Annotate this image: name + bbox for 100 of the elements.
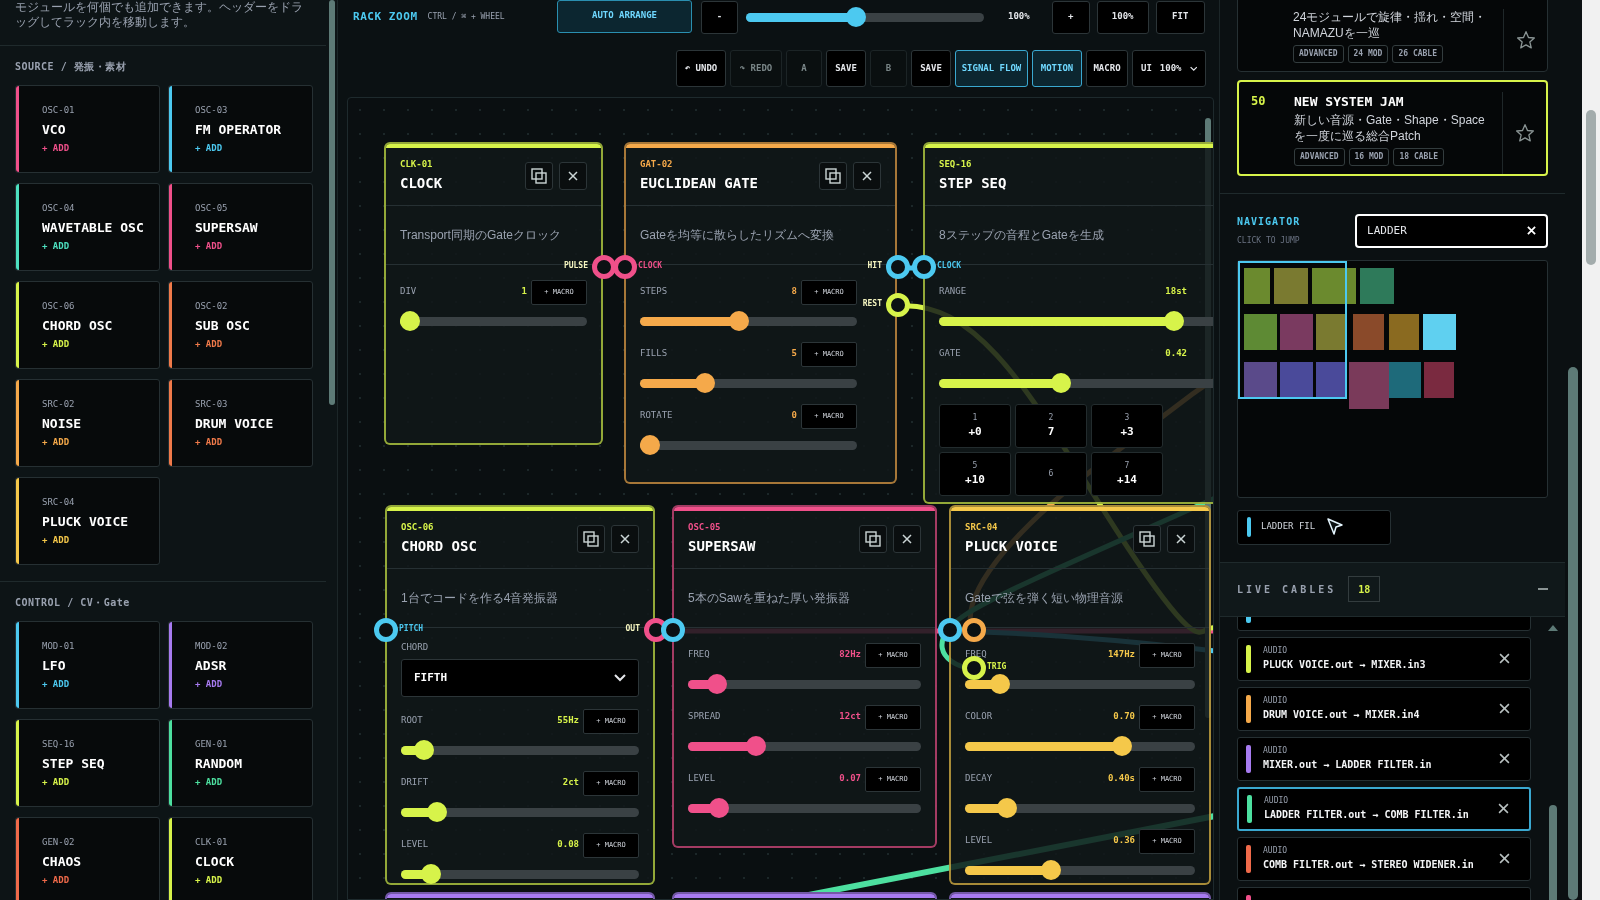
cable-row[interactable]: AUDIO PLUCK VOICE.out → MIXER.in3 [1237, 636, 1531, 681]
port-label: PULSE [563, 260, 588, 272]
preset-tag: 26 CABLE [1392, 45, 1443, 63]
cable-row[interactable]: AUDIO COMB FILTER.out → STEREO WIDENER.in [1237, 836, 1531, 881]
module-card[interactable]: MOD-02 ADSR + ADD [168, 621, 313, 709]
add-link[interactable]: + ADD [195, 776, 223, 790]
param-value: 18st [1165, 285, 1187, 299]
module-description: 1台でコードを作る4音発振器 [401, 590, 559, 607]
cable-row[interactable]: AUDIO MIXER.out → LADDER FILTER.in [1237, 736, 1531, 781]
cable-route: PLUCK VOICE.out → MIXER.in3 [1263, 658, 1426, 672]
add-link[interactable]: + ADD [195, 240, 223, 254]
cable-route: MIXER.out → LADDER FILTER.in [1263, 758, 1432, 772]
add-link[interactable]: + ADD [42, 874, 70, 888]
param-label: ROTATE [640, 409, 673, 423]
module-name: WAVETABLE OSC [42, 218, 144, 237]
cable-count: 18 [1348, 576, 1381, 602]
add-link[interactable]: + ADD [42, 776, 70, 790]
module-card[interactable]: SRC-04 PLUCK VOICE + ADD [15, 477, 160, 565]
add-link[interactable]: + ADD [195, 874, 223, 888]
search-result[interactable]: LADDER FIL [1237, 509, 1391, 545]
module-card[interactable]: OSC-05 SUPERSAW + ADD [168, 183, 313, 271]
preset-card[interactable]: 24モジュールで旋律・揺れ・空間・NAMAZUを一巡 ADVANCED 24 MOD 26 CABLE [1237, 0, 1549, 72]
module-code: SEQ-16 [42, 738, 75, 751]
module-card[interactable]: SRC-03 DRUM VOICE + ADD [168, 379, 313, 467]
step-cell[interactable]: 2 7 [1015, 404, 1087, 448]
param-value: 0.42 [1165, 347, 1187, 361]
param-value: 12ct [839, 710, 861, 724]
toolbar-button[interactable]: MACRO [1086, 50, 1128, 87]
module-card[interactable]: SRC-02 NOISE + ADD [15, 379, 160, 467]
module-card[interactable]: SEQ-16 STEP SEQ 8ステップの音程とGateを生成 CLOCK RANGE 18st GATE 0.42 1 +0 2 7 3 +3 5 +10 6 7 +14 [923, 142, 1213, 504]
module-card[interactable]: OSC-02 SUB OSC + ADD [168, 281, 313, 369]
chord-select[interactable]: FIFTH [401, 659, 639, 697]
port-label: CLOCK [937, 260, 962, 272]
search-field[interactable]: LADDER [1355, 213, 1549, 248]
preset-title: NEW SYSTEM JAM [1294, 93, 1404, 111]
module-description: 8ステップの音程とGateを生成 [939, 227, 1104, 244]
toolbar-button[interactable]: SAVE [911, 50, 951, 87]
module-card[interactable]: OSC-04 WAVETABLE OSC + ADD [15, 183, 160, 271]
param-label: LEVEL [688, 772, 716, 786]
preset-tag: 16 MOD [1348, 147, 1390, 166]
module-card[interactable]: OSC-01 VCO + ADD [15, 85, 160, 173]
add-link[interactable]: + ADD [42, 678, 70, 692]
auto-arrange-button[interactable]: AUTO ARRANGE [557, 0, 692, 33]
module-card[interactable]: OSC-06 CHORD OSC + ADD [15, 281, 160, 369]
preset-tag: ADVANCED [1294, 147, 1345, 166]
param-label: ROOT [401, 714, 423, 728]
module-card[interactable]: MOD-01 LFO + ADD [15, 621, 160, 709]
add-link[interactable]: + ADD [42, 436, 70, 450]
zoom-reset-button[interactable]: 100% [1096, 0, 1149, 34]
module-card[interactable]: GEN-01 RANDOM + ADD [168, 719, 313, 807]
module-code: OSC-06 [401, 521, 434, 534]
param-label: COLOR [965, 710, 993, 724]
preset-card[interactable]: 50 NEW SYSTEM JAM 新しい音源・Gate・Shape・Spaceを一度に巡る総合Patch ADVANCED 16 MOD 18 CABLE [1237, 80, 1549, 176]
zoom-in-button[interactable]: + [1051, 0, 1090, 34]
module-code: GAT-02 [640, 158, 673, 171]
port-label: HIT [867, 260, 882, 272]
module-description: Transport同期のGateクロック [400, 227, 561, 244]
module-code: SRC-04 [965, 521, 998, 534]
module-card[interactable]: OSC-03 FM OPERATOR + ADD [168, 85, 313, 173]
step-cell[interactable]: 1 +0 [939, 404, 1011, 448]
module-card[interactable]: SEQ-16 STEP SEQ + ADD [15, 719, 160, 807]
param-value: 0.40s [1107, 772, 1135, 786]
toolbar-button[interactable]: MOTION [1032, 50, 1082, 87]
param-label: LEVEL [965, 834, 993, 848]
add-link[interactable]: + ADD [195, 436, 223, 450]
param-label: SPREAD [688, 710, 721, 724]
add-link[interactable]: + ADD [195, 142, 223, 156]
module-name: CLOCK [400, 173, 443, 193]
toolbar-button[interactable]: ↶ UNDO [676, 50, 726, 87]
step-cell[interactable]: 7 +14 [1091, 452, 1163, 496]
step-cell[interactable]: 6 [1015, 452, 1087, 496]
add-link[interactable]: + ADD [42, 534, 70, 548]
step-cell[interactable]: 5 +10 [939, 452, 1011, 496]
module-card[interactable]: CLK-01 CLOCK + ADD [168, 817, 313, 900]
cable-row[interactable]: AUDIO DRUM VOICE.out → MIXER.in4 [1237, 686, 1531, 731]
add-link[interactable]: + ADD [42, 338, 70, 352]
port-label: CLOCK [638, 260, 663, 272]
param-value: 2ct [562, 776, 579, 790]
param-label: STEPS [640, 285, 668, 299]
add-link[interactable]: + ADD [195, 338, 223, 352]
add-link[interactable]: + ADD [42, 142, 70, 156]
toolbar-button[interactable]: SAVE [826, 50, 866, 87]
ui-scale-select[interactable]: UI 100% [1132, 50, 1206, 87]
add-link[interactable]: + ADD [195, 678, 223, 692]
cable-route: LADDER FILTER.out → COMB FILTER.in [1264, 808, 1469, 822]
toolbar-button[interactable]: SIGNAL FLOW [955, 50, 1028, 87]
step-cell[interactable]: 3 +3 [1091, 404, 1163, 448]
module-name: CHORD OSC [42, 316, 113, 335]
module-code: SRC-04 [42, 496, 75, 509]
module-code: OSC-03 [195, 104, 228, 117]
preset-description: 24モジュールで旋律・揺れ・空間・NAMAZUを一巡 [1293, 9, 1488, 41]
intro-text: モジュールを何個でも追加できます。ヘッダーをドラッグしてラック内を移動します。 [15, 0, 304, 30]
param-value: 82Hz [839, 648, 861, 662]
param-label: DRIFT [401, 776, 429, 790]
param-label: DECAY [965, 772, 993, 786]
cable-row[interactable]: AUDIO LADDER FILTER.out → COMB FILTER.in [1237, 786, 1531, 831]
fit-button[interactable]: FIT [1155, 0, 1205, 34]
zoom-out-button[interactable]: - [701, 0, 738, 34]
module-card[interactable]: GEN-02 CHAOS + ADD [15, 817, 160, 900]
add-link[interactable]: + ADD [42, 240, 70, 254]
